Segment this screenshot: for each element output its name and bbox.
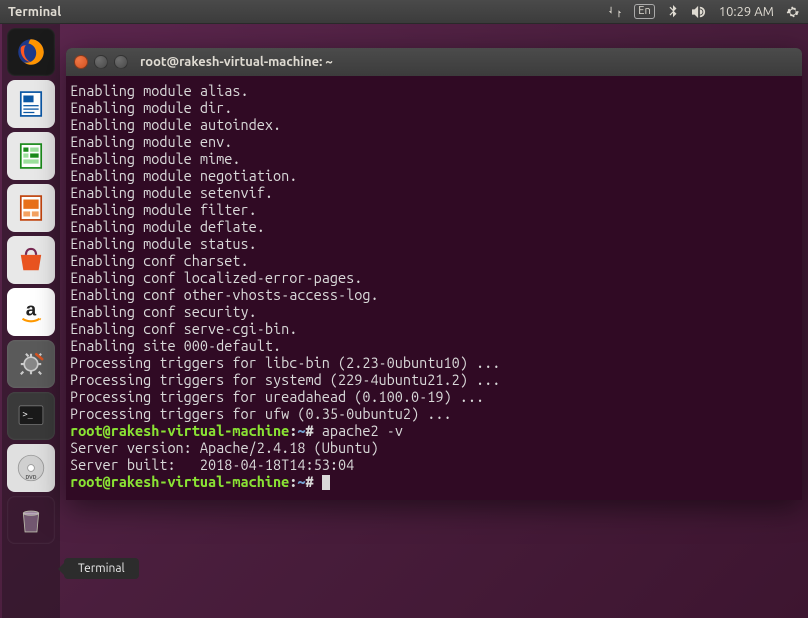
- launcher-software-center[interactable]: [7, 236, 55, 284]
- window-close-button[interactable]: [74, 55, 88, 69]
- prompt-command: apache2 -v: [314, 422, 403, 439]
- launcher-writer[interactable]: [7, 80, 55, 128]
- volume-icon[interactable]: [691, 5, 707, 19]
- window-minimize-button[interactable]: [94, 55, 108, 69]
- top-panel: Terminal En 10:29 AM: [0, 0, 808, 24]
- prompt-user: root@rakesh-virtual-machine: [70, 473, 289, 490]
- terminal-line: Enabling module negotiation.: [70, 167, 297, 184]
- terminal-line: Enabling module status.: [70, 235, 257, 252]
- terminal-line: Enabling module deflate.: [70, 218, 265, 235]
- launcher-dvd[interactable]: DVD: [7, 444, 55, 492]
- clock[interactable]: 10:29 AM: [719, 5, 774, 19]
- launcher-amazon[interactable]: a: [7, 288, 55, 336]
- unity-launcher: a >_ DVD: [2, 24, 60, 618]
- active-app-name: Terminal: [8, 5, 61, 19]
- terminal-title: root@rakesh-virtual-machine: ~: [140, 55, 333, 69]
- bluetooth-icon[interactable]: [667, 5, 679, 19]
- terminal-line: Processing triggers for ufw (0.35-0ubunt…: [70, 405, 452, 422]
- terminal-line: Enabling module autoindex.: [70, 116, 281, 133]
- terminal-line: Enabling module mime.: [70, 150, 241, 167]
- svg-text:a: a: [26, 298, 37, 319]
- terminal-line: Enabling module env.: [70, 133, 232, 150]
- terminal-line: Enabling module alias.: [70, 82, 249, 99]
- terminal-line: Enabling module setenvif.: [70, 184, 273, 201]
- terminal-line: Enabling conf other-vhosts-access-log.: [70, 286, 379, 303]
- terminal-line: Enabling module filter.: [70, 201, 257, 218]
- launcher-tooltip: Terminal: [64, 558, 139, 579]
- terminal-line: Processing triggers for libc-bin (2.23-0…: [70, 354, 500, 371]
- terminal-line: Enabling conf localized-error-pages.: [70, 269, 362, 286]
- terminal-line: Server built: 2018-04-18T14:53:04: [70, 456, 354, 473]
- prompt-path: ~: [297, 422, 305, 439]
- terminal-line: Enabling module dir.: [70, 99, 232, 116]
- launcher-terminal[interactable]: >_: [7, 392, 55, 440]
- terminal-line: Processing triggers for systemd (229-4ub…: [70, 371, 500, 388]
- terminal-line: Enabling conf serve-cgi-bin.: [70, 320, 297, 337]
- terminal-line: Enabling conf security.: [70, 303, 257, 320]
- launcher-settings[interactable]: [7, 340, 55, 388]
- terminal-line: Server version: Apache/2.4.18 (Ubuntu): [70, 439, 379, 456]
- svg-text:DVD: DVD: [26, 474, 37, 480]
- prompt-path: ~: [297, 473, 305, 490]
- keyboard-lang-indicator[interactable]: En: [634, 4, 654, 19]
- terminal-line: Enabling site 000-default.: [70, 337, 281, 354]
- terminal-line: Processing triggers for ureadahead (0.10…: [70, 388, 484, 405]
- terminal-window: root@rakesh-virtual-machine: ~ Enabling …: [66, 48, 802, 500]
- terminal-titlebar[interactable]: root@rakesh-virtual-machine: ~: [66, 48, 802, 76]
- terminal-line: Enabling conf charset.: [70, 252, 249, 269]
- window-maximize-button[interactable]: [114, 55, 128, 69]
- launcher-impress[interactable]: [7, 184, 55, 232]
- terminal-output[interactable]: Enabling module alias. Enabling module d…: [66, 76, 802, 500]
- launcher-trash[interactable]: [7, 496, 55, 544]
- gear-icon[interactable]: [786, 5, 800, 19]
- network-icon[interactable]: [608, 5, 622, 19]
- terminal-cursor: [322, 475, 330, 490]
- prompt-user: root@rakesh-virtual-machine: [70, 422, 289, 439]
- launcher-firefox[interactable]: [7, 28, 55, 76]
- launcher-calc[interactable]: [7, 132, 55, 180]
- svg-text:>_: >_: [23, 410, 34, 420]
